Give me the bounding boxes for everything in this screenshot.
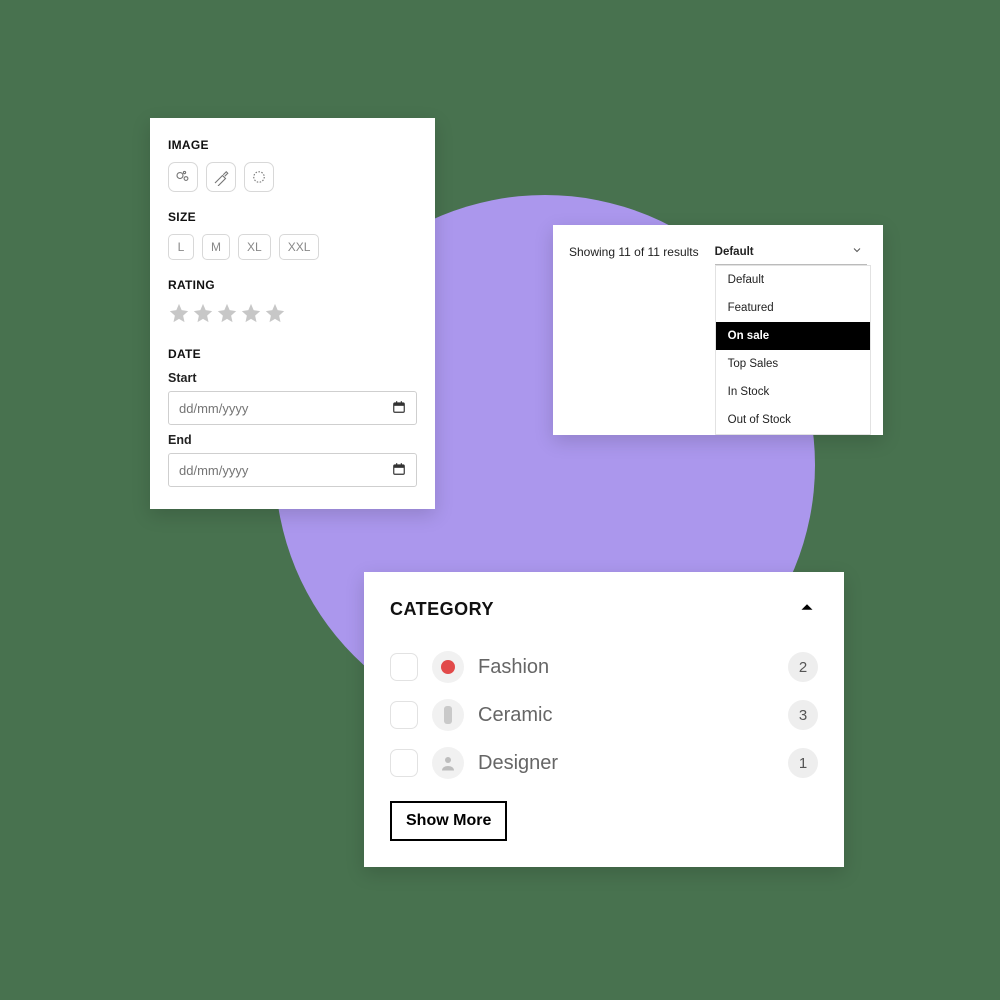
image-section-title: IMAGE	[168, 138, 417, 152]
date-start-input[interactable]: dd/mm/yyyy	[168, 391, 417, 425]
sort-option[interactable]: In Stock	[716, 378, 870, 406]
category-checkbox[interactable]	[390, 749, 418, 777]
category-card: CATEGORY Fashion 2 Ceramic 3 Designer 1 …	[364, 572, 844, 867]
sort-card: Showing 11 of 11 results Default Default…	[553, 225, 883, 435]
sort-select[interactable]: Default Default Featured On sale Top Sal…	[715, 239, 867, 265]
chevron-down-icon	[851, 244, 863, 259]
category-count: 2	[788, 652, 818, 682]
sort-selected-value: Default	[715, 246, 754, 258]
date-section-title: DATE	[168, 347, 417, 361]
sort-option[interactable]: Default	[716, 266, 870, 294]
sort-option[interactable]: Out of Stock	[716, 406, 870, 434]
image-option-1[interactable]	[168, 162, 198, 192]
sort-option[interactable]: Featured	[716, 294, 870, 322]
date-start-label: Start	[168, 371, 417, 385]
category-row: Fashion 2	[390, 643, 818, 691]
star-icon[interactable]	[240, 302, 262, 329]
category-label[interactable]: Designer	[478, 752, 788, 775]
category-count: 1	[788, 748, 818, 778]
filter-card: IMAGE SIZE L M XL XXL RATING DATE Start …	[150, 118, 435, 509]
image-filter-row	[168, 162, 417, 192]
chevron-up-icon[interactable]	[796, 596, 818, 623]
date-end-input[interactable]: dd/mm/yyyy	[168, 453, 417, 487]
star-icon[interactable]	[168, 302, 190, 329]
star-icon[interactable]	[264, 302, 286, 329]
category-title: CATEGORY	[390, 599, 494, 620]
category-thumb	[432, 747, 464, 779]
date-end-label: End	[168, 433, 417, 447]
size-section-title: SIZE	[168, 210, 417, 224]
size-filter-row: L M XL XXL	[168, 234, 417, 260]
star-icon[interactable]	[216, 302, 238, 329]
sort-option-selected[interactable]: On sale	[716, 322, 870, 350]
size-option[interactable]: XL	[238, 234, 271, 260]
size-option[interactable]: XXL	[279, 234, 320, 260]
image-option-2[interactable]	[206, 162, 236, 192]
rating-section-title: RATING	[168, 278, 417, 292]
star-icon[interactable]	[192, 302, 214, 329]
category-thumb	[432, 699, 464, 731]
show-more-button[interactable]: Show More	[390, 801, 507, 841]
sort-select-trigger[interactable]: Default	[715, 239, 867, 265]
calendar-icon[interactable]	[392, 462, 406, 479]
category-checkbox[interactable]	[390, 701, 418, 729]
category-count: 3	[788, 700, 818, 730]
size-option[interactable]: L	[168, 234, 194, 260]
category-thumb	[432, 651, 464, 683]
category-label[interactable]: Fashion	[478, 656, 788, 679]
sort-option[interactable]: Top Sales	[716, 350, 870, 378]
category-label[interactable]: Ceramic	[478, 704, 788, 727]
sort-dropdown: Default Featured On sale Top Sales In St…	[715, 265, 871, 435]
category-row: Ceramic 3	[390, 691, 818, 739]
date-end-placeholder: dd/mm/yyyy	[179, 463, 248, 478]
date-start-placeholder: dd/mm/yyyy	[179, 401, 248, 416]
image-option-3[interactable]	[244, 162, 274, 192]
category-row: Designer 1	[390, 739, 818, 787]
rating-stars[interactable]	[168, 302, 417, 329]
category-checkbox[interactable]	[390, 653, 418, 681]
size-option[interactable]: M	[202, 234, 230, 260]
calendar-icon[interactable]	[392, 400, 406, 417]
results-count: Showing 11 of 11 results	[569, 245, 699, 259]
